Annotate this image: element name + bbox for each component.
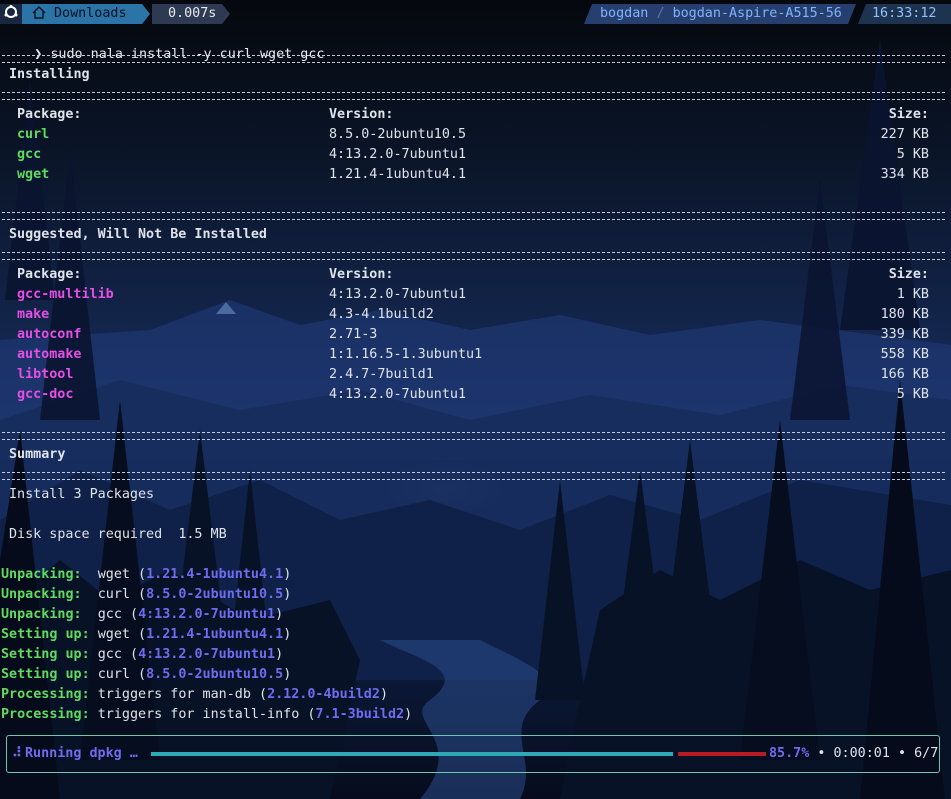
suggested-header-size: Size: <box>888 267 929 282</box>
log-text: curl ( <box>97 667 147 682</box>
log-action: Unpacking: <box>1 607 82 622</box>
log-line: Unpacking: curl (8.5.0-2ubuntu10.5) <box>1 585 291 605</box>
log-version: 8.5.0-2ubuntu10.5 <box>146 667 284 682</box>
installing-header-size: Size: <box>888 107 929 122</box>
progress-bullet: • <box>898 746 907 761</box>
log-line: Setting up: wget (1.21.4-1ubuntu4.1) <box>1 625 291 645</box>
prompt-separator: / <box>656 6 665 21</box>
log-version: 1.21.4-1ubuntu4.1 <box>146 567 284 582</box>
suggested-title: Suggested, Will Not Be Installed <box>9 227 267 242</box>
package-size: 227 KB <box>880 127 929 142</box>
section-divider <box>2 92 945 100</box>
suggested-package-size: 558 KB <box>880 347 929 362</box>
log-line: Setting up: curl (8.5.0-2ubuntu10.5) <box>1 665 291 685</box>
home-icon <box>32 6 46 19</box>
log-action: Unpacking: <box>1 567 82 582</box>
prompt-os-segment <box>0 4 22 24</box>
log-version: 4:13.2.0-7ubuntu1 <box>138 607 276 622</box>
section-divider <box>2 212 945 220</box>
log-text: triggers for man-db ( <box>97 687 268 702</box>
log-action: Setting up: <box>1 627 90 642</box>
progress-stats: 85.7% • 0:00:01 • 6/7 <box>769 744 938 764</box>
log-text: wget ( <box>97 627 147 642</box>
progress-label: Running dpkg … <box>25 746 138 761</box>
progress-panel: ⠼ Running dpkg … 85.7% • 0:00:01 • 6/7 <box>6 735 940 773</box>
suggested-package-size: 166 KB <box>880 367 929 382</box>
installing-title: Installing <box>9 67 90 82</box>
summary-install-count: Install 3 Packages <box>9 487 155 502</box>
section-divider <box>2 472 945 480</box>
log-version: 7.1-3build2 <box>315 707 405 722</box>
log-version: 2.12.0-4build2 <box>267 687 380 702</box>
prompt-host: bogdan-Aspire-A515-56 <box>672 6 842 21</box>
log-line: Unpacking: gcc (4:13.2.0-7ubuntu1) <box>1 605 283 625</box>
log-action: Setting up: <box>1 667 90 682</box>
log-tail: ) <box>283 667 292 682</box>
log-tail: ) <box>275 647 284 662</box>
log-line: Unpacking: wget (1.21.4-1ubuntu4.1) <box>1 565 291 585</box>
log-version: 1.21.4-1ubuntu4.1 <box>146 627 284 642</box>
section-divider <box>2 252 945 260</box>
progress-bullet: • <box>817 746 826 761</box>
prompt-duration-segment: 0.007s <box>152 4 230 24</box>
log-action: Unpacking: <box>1 587 82 602</box>
log-text: gcc ( <box>97 647 139 662</box>
summary-title: Summary <box>9 447 66 462</box>
prompt-directory: Downloads <box>54 6 127 21</box>
log-action: Processing: <box>1 687 90 702</box>
suggested-package-size: 180 KB <box>880 307 929 322</box>
disk-space-label: Disk space required <box>9 527 163 542</box>
log-line: Setting up: gcc (4:13.2.0-7ubuntu1) <box>1 645 283 665</box>
progress-spinner: ⠼ <box>12 746 22 761</box>
prompt-clock: 16:33:12 <box>872 6 937 21</box>
prompt-clock-segment: 16:33:12 <box>858 4 951 24</box>
log-action: Processing: <box>1 707 90 722</box>
log-text: gcc ( <box>97 607 139 622</box>
log-line: Processing: triggers for man-db (2.12.0-… <box>1 685 388 705</box>
log-tail: ) <box>379 687 388 702</box>
section-divider <box>2 55 945 63</box>
log-text: wget ( <box>97 567 147 582</box>
progress-bar-complete <box>151 752 673 756</box>
log-tail: ) <box>283 627 292 642</box>
prompt-host-segment: bogdan / bogdan-Aspire-A515-56 <box>584 4 856 24</box>
suggested-package-size: 1 KB <box>896 287 929 302</box>
log-action: Setting up: <box>1 647 90 662</box>
progress-steps: 6/7 <box>914 746 939 761</box>
prompt-user: bogdan <box>600 6 649 21</box>
package-size: 334 KB <box>880 167 929 182</box>
log-version: 4:13.2.0-7ubuntu1 <box>138 647 276 662</box>
ubuntu-logo-icon <box>4 5 18 18</box>
log-tail: ) <box>404 707 413 722</box>
log-version: 8.5.0-2ubuntu10.5 <box>146 587 284 602</box>
log-tail: ) <box>283 567 292 582</box>
log-line: Processing: triggers for install-info (7… <box>1 705 412 725</box>
terminal-window: Downloads 0.007s bogdan / bogdan-Aspire-… <box>0 0 951 799</box>
package-size: 5 KB <box>896 147 929 162</box>
prompt-directory-segment: Downloads <box>22 4 150 24</box>
progress-bar-remaining <box>678 752 766 756</box>
suggested-package-size: 5 KB <box>896 387 929 402</box>
summary-disk-space: Disk space required 1.5 MB <box>9 525 227 545</box>
log-text: curl ( <box>97 587 147 602</box>
progress-percent: 85.7% <box>769 746 810 761</box>
suggested-package-size: 339 KB <box>880 327 929 342</box>
log-text: triggers for install-info ( <box>97 707 316 722</box>
log-tail: ) <box>283 587 292 602</box>
log-tail: ) <box>275 607 284 622</box>
command-line[interactable]: ❯ sudo nala install -y curl wget gcc <box>2 25 324 62</box>
progress-elapsed: 0:00:01 <box>833 746 890 761</box>
prompt-duration: 0.007s <box>168 6 217 21</box>
disk-space-value: 1.5 MB <box>178 527 227 542</box>
section-divider <box>2 432 945 440</box>
